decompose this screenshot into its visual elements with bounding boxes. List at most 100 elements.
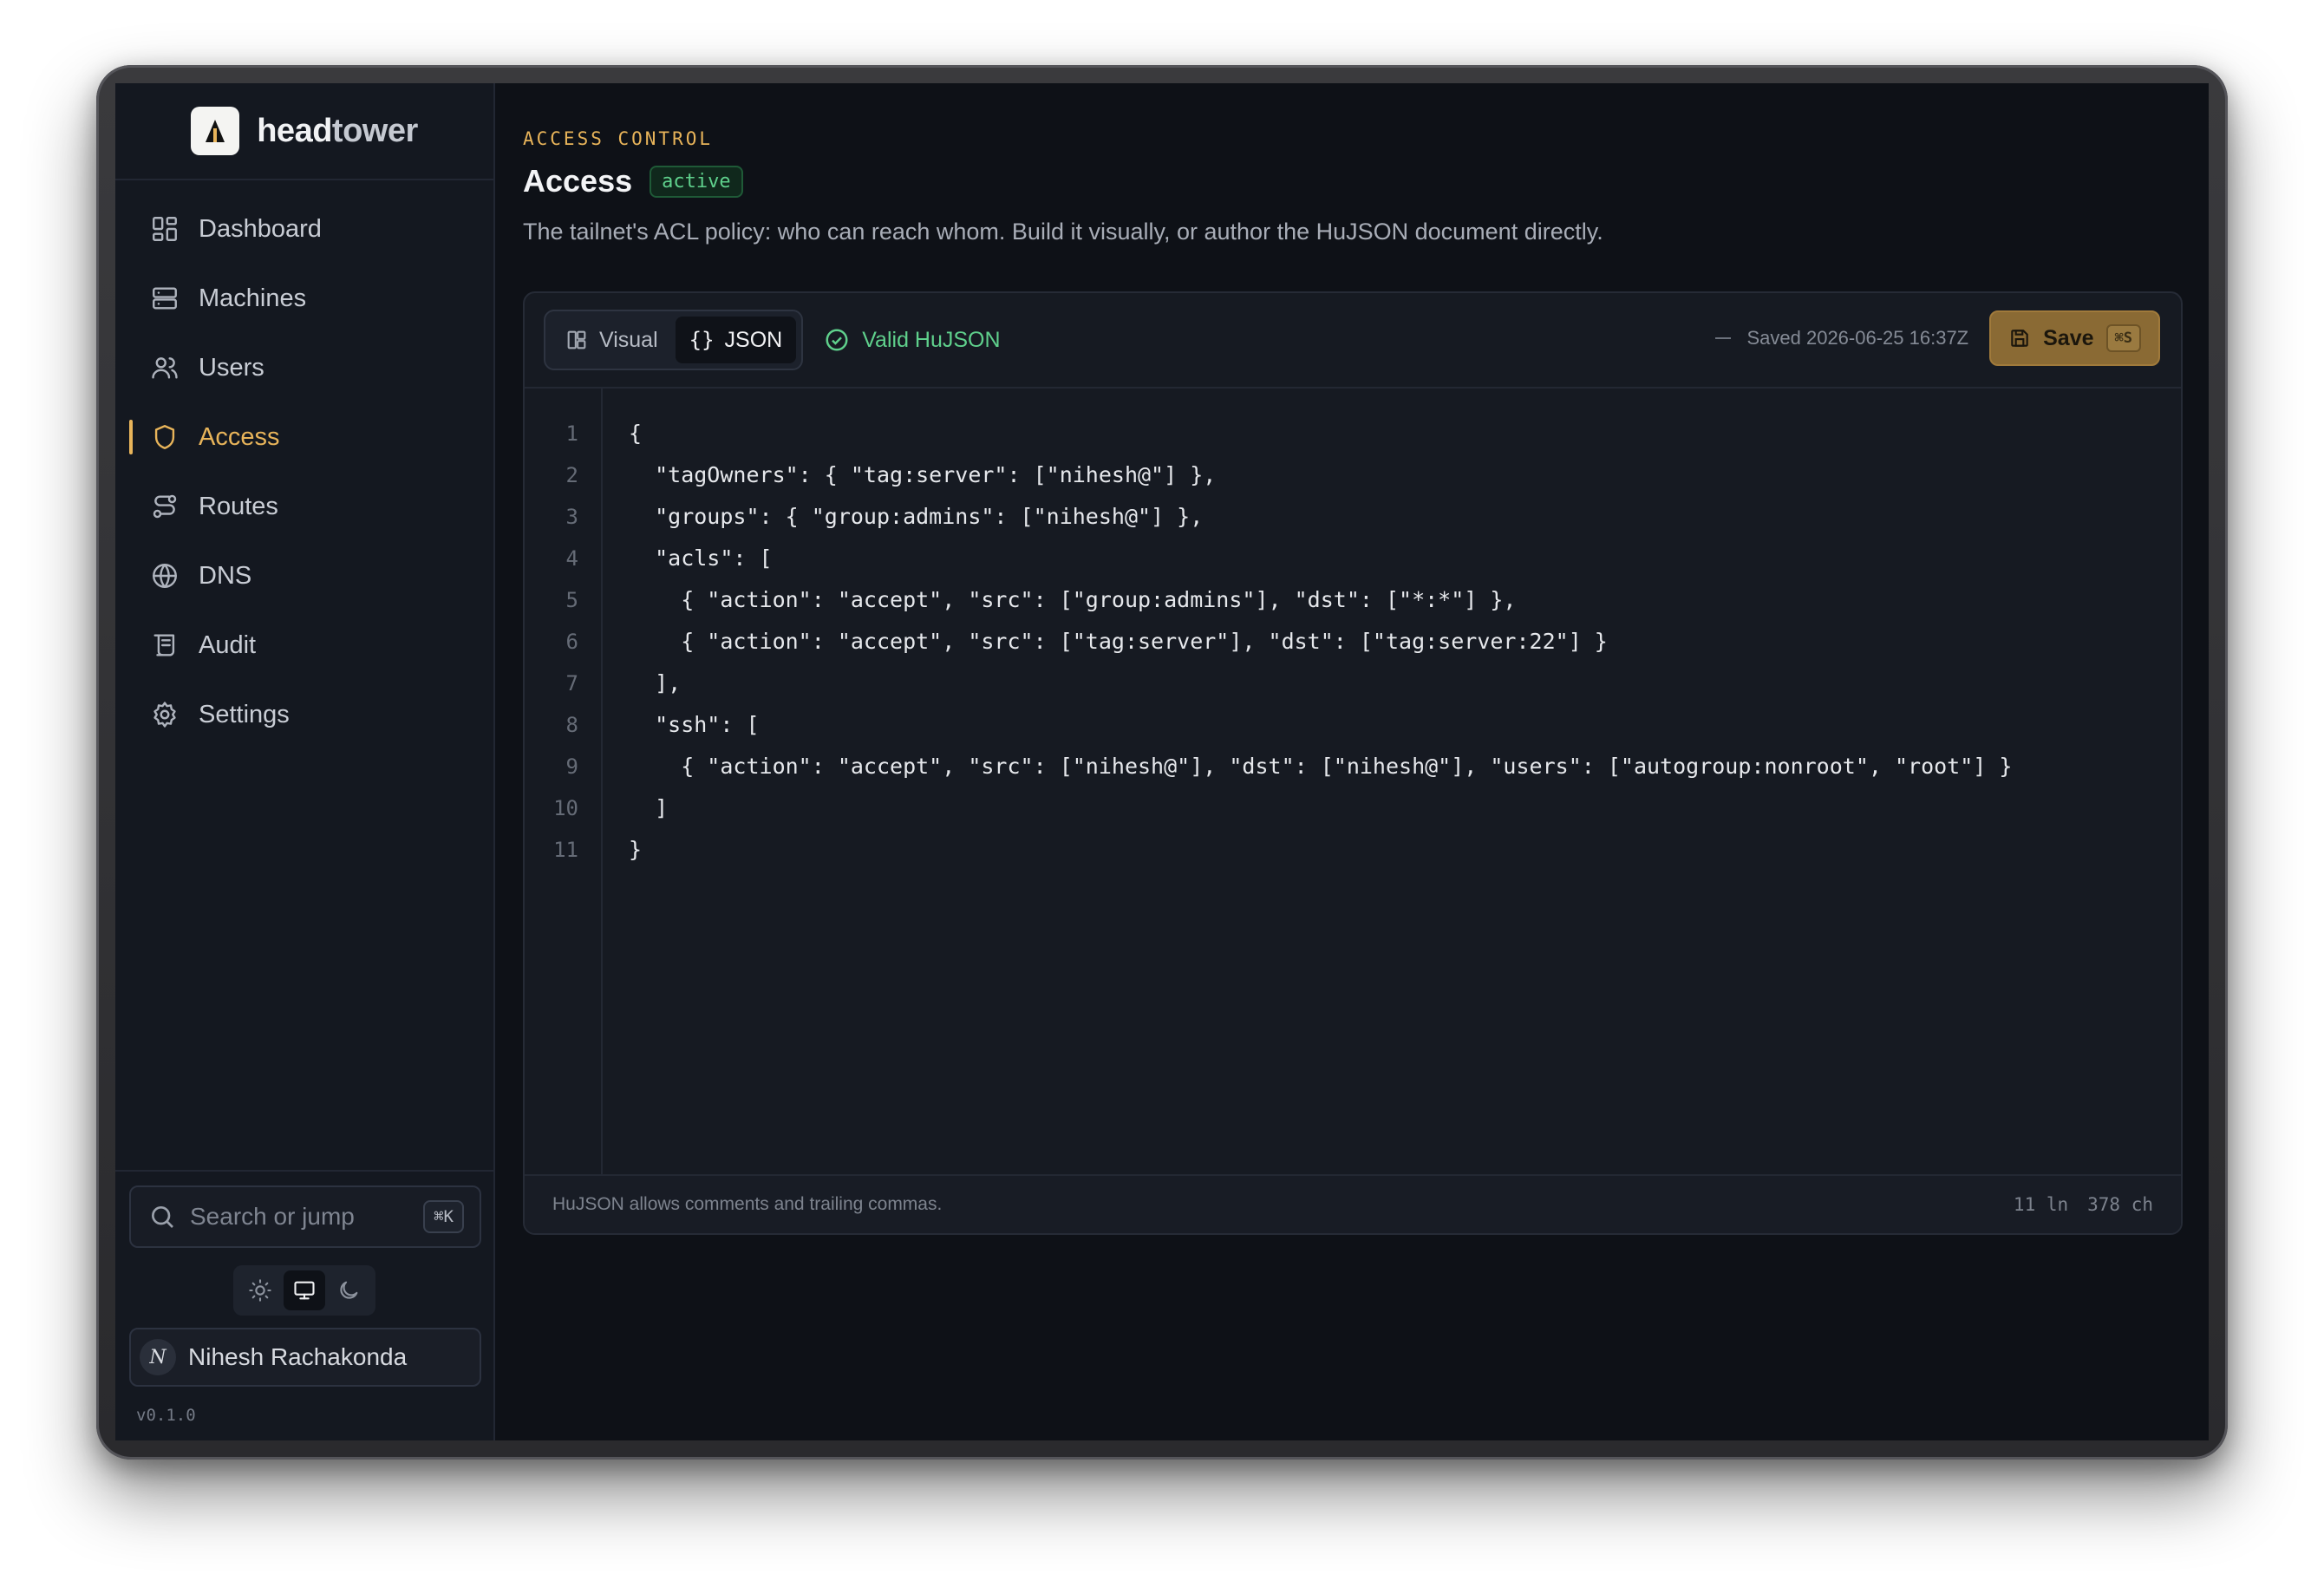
sidebar-item-label: Users [199,353,264,382]
route-icon [153,494,177,519]
monitor-icon [294,1281,315,1300]
theme-light-button[interactable] [239,1270,281,1310]
line-number: 2 [565,463,578,487]
line-number: 9 [565,754,578,779]
floppy-icon [2011,330,2028,347]
sidebar-item-machines[interactable]: Machines [115,264,493,333]
footer-note: HuJSON allows comments and trailing comm… [552,1194,943,1214]
tab-json-label: JSON [724,327,783,352]
check-circle-icon [826,329,848,351]
line-number: 3 [565,505,578,529]
layout-icon [567,330,586,349]
char-count: 378 ch [2087,1194,2153,1215]
save-button[interactable]: Save ⌘S [1989,310,2160,366]
code-editor[interactable]: 1 2 3 4 5 6 7 8 9 10 11 { "tagOwners": {… [525,389,2181,1178]
save-shortcut: ⌘S [2105,324,2141,352]
editor-footer: HuJSON allows comments and trailing comm… [525,1174,2181,1233]
sidebar-item-routes[interactable]: Routes [115,472,493,541]
sidebar-item-audit[interactable]: Audit [115,611,493,680]
line-number: 4 [565,546,578,571]
line-number: 5 [565,588,578,612]
validation-status: Valid HuJSON [824,327,1001,353]
theme-system-button[interactable] [283,1270,325,1310]
sidebar-item-label: DNS [199,561,252,590]
line-number: 1 [565,421,578,446]
title-row: Access active [523,163,743,199]
shield-icon [154,425,175,449]
code-line: ], [629,670,682,696]
code-line: "groups": { "group:admins": ["nihesh@"] … [629,504,1204,529]
toolbar-right: Saved 2026-06-25 16:37Z Save ⌘S [1715,310,2160,366]
sidebar-nav: Dashboard Machines Users Access Routes D… [115,180,493,749]
sidebar-footer: Search or jump ⌘K N Nihesh Rachakonda v0… [115,1170,493,1440]
users-icon [152,357,178,379]
editor-stats: 11 ln 378 ch [2014,1194,2153,1215]
theme-toggle [233,1265,375,1316]
sidebar: headtower Dashboard Machines Users Acces… [115,83,495,1440]
save-label: Save [2043,325,2094,350]
sidebar-item-label: Routes [199,492,278,520]
moon-icon [340,1281,358,1299]
dashboard-icon [153,217,177,241]
editor-toolbar: Visual {} JSON Valid HuJSON Saved 2026-0… [525,293,2181,389]
sun-icon [249,1279,272,1302]
code-line: ] [629,795,669,820]
server-icon [153,287,177,310]
search-icon [152,1206,173,1228]
page-description: The tailnet's ACL policy: who can reach … [523,219,1603,245]
code-text[interactable]: { "tagOwners": { "tag:server": ["nihesh@… [603,389,2181,1178]
line-number: 8 [565,713,578,737]
code-line: { [629,421,643,446]
scroll-icon [153,634,175,656]
brand[interactable]: headtower [115,83,493,180]
user-menu-button[interactable]: N Nihesh Rachakonda [129,1328,481,1387]
sidebar-item-label: Dashboard [199,214,322,243]
line-number: 7 [565,671,578,696]
sidebar-item-label: Access [199,422,280,451]
sidebar-item-label: Machines [199,284,307,312]
avatar: N [140,1339,176,1375]
code-line: { "action": "accept", "src": ["tag:serve… [629,629,1608,654]
line-number: 6 [565,630,578,654]
sidebar-item-users[interactable]: Users [115,333,493,402]
saved-status: Saved 2026-06-25 16:37Z [1715,327,1968,349]
theme-dark-button[interactable] [328,1270,369,1310]
page-title: Access [523,163,633,199]
tab-visual[interactable]: Visual [551,317,672,363]
sidebar-item-settings[interactable]: Settings [115,680,493,749]
code-line: } [629,837,643,862]
sidebar-item-dns[interactable]: DNS [115,541,493,611]
status-badge: active [650,165,743,198]
code-line: "ssh": [ [629,712,760,737]
brand-name-bold: head [257,112,332,149]
section-eyebrow: ACCESS CONTROL [523,128,714,149]
code-line: "tagOwners": { "tag:server": ["nihesh@"]… [629,462,1217,487]
code-line: { "action": "accept", "src": ["group:adm… [629,587,1517,612]
braces-icon: {} [689,328,715,352]
code-line: { "action": "accept", "src": ["nihesh@"]… [629,754,2013,779]
globe-icon [153,564,177,588]
editor-mode-switch: Visual {} JSON [544,310,804,370]
user-name: Nihesh Rachakonda [188,1343,408,1370]
line-number-gutter: 1 2 3 4 5 6 7 8 9 10 11 [525,389,603,1178]
main-content: ACCESS CONTROL Access active The tailnet… [495,83,2209,1440]
policy-editor: Visual {} JSON Valid HuJSON Saved 2026-0… [523,291,2183,1235]
gear-icon [153,702,176,728]
line-count: 11 ln [2013,1194,2069,1215]
search-input[interactable]: Search or jump ⌘K [129,1185,481,1248]
tab-json[interactable]: {} JSON [675,317,797,363]
code-line: "acls": [ [629,545,773,571]
saved-text: Saved 2026-06-25 16:37Z [1746,327,1969,349]
line-number: 11 [553,838,578,862]
app-version: v0.1.0 [136,1406,196,1425]
brand-name-light: tower [331,112,418,149]
sidebar-item-label: Settings [199,700,290,728]
sidebar-item-dashboard[interactable]: Dashboard [115,194,493,264]
brand-name: headtower [257,113,418,150]
search-shortcut: ⌘K [423,1200,464,1233]
validation-text: Valid HuJSON [862,327,1001,352]
dash-icon [1715,337,1732,339]
app-window: headtower Dashboard Machines Users Acces… [115,83,2209,1440]
sidebar-item-access[interactable]: Access [115,402,493,472]
sidebar-item-label: Audit [199,630,257,659]
